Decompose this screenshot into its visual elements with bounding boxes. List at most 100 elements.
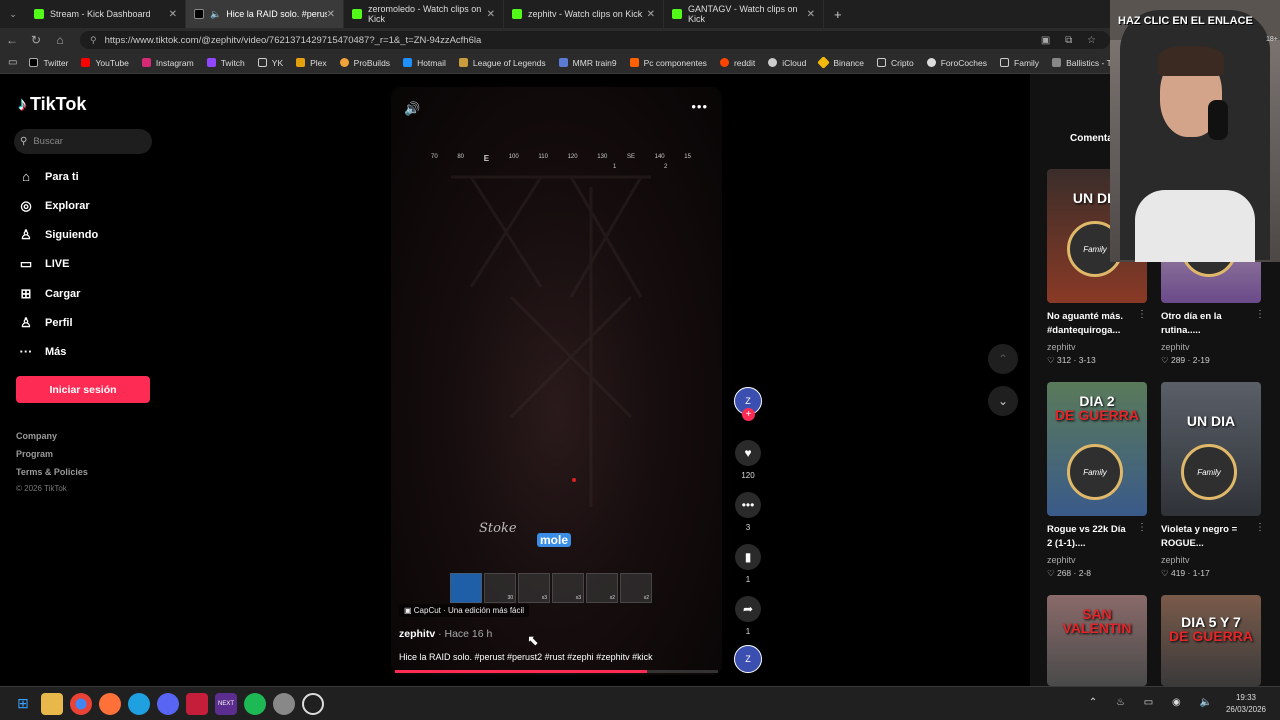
bookmark-probuilds[interactable]: ProBuilds — [339, 58, 390, 68]
nav-explorar[interactable]: ◎ Explorar — [18, 198, 89, 214]
more-options-icon[interactable]: ••• — [691, 99, 708, 114]
home-icon[interactable]: ⌂ — [48, 33, 72, 47]
bookmark-plex[interactable]: Plex — [296, 58, 327, 68]
bookmark-yk[interactable]: YK — [257, 58, 283, 68]
site-info-icon[interactable]: ⚲ — [90, 35, 97, 46]
video-player[interactable]: 🔊 ••• 70 80 E 100 110 120 130 SE 140 15 … — [391, 87, 722, 675]
bookmark-hotmail[interactable]: Hotmail — [403, 58, 446, 68]
close-tab-icon[interactable]: ✕ — [647, 9, 655, 20]
follow-plus-icon[interactable]: + — [742, 408, 755, 421]
video-author[interactable]: zephitv — [1161, 555, 1190, 565]
close-tab-icon[interactable]: ✕ — [169, 9, 177, 20]
close-tab-icon[interactable]: ✕ — [807, 9, 815, 20]
video-author[interactable]: zephitv — [1161, 342, 1190, 352]
card-more-icon[interactable]: ⋮ — [1137, 522, 1147, 533]
nav-live[interactable]: ▭ LIVE — [18, 256, 70, 272]
settings-gear-icon[interactable] — [273, 692, 295, 715]
bookmark-twitter[interactable]: Twitter — [29, 58, 68, 68]
video-thumbnail[interactable]: UN DIA Family — [1161, 382, 1261, 516]
nav-para-ti[interactable]: ⌂ Para ti — [18, 169, 79, 184]
apps-icon[interactable]: ▭ — [8, 57, 17, 68]
heart-icon[interactable]: ♥ — [735, 440, 761, 466]
tab-kick-dashboard[interactable]: Stream - Kick Dashboard ✕ — [26, 0, 186, 28]
bookmark-icon[interactable]: ▮ — [735, 544, 761, 570]
video-title[interactable]: Violeta y negro = ROGUE... — [1161, 523, 1261, 551]
bookmark-pccomponentes[interactable]: Pc componentes — [629, 58, 707, 68]
video-title[interactable]: Otro día en la rutina..... — [1161, 310, 1261, 338]
search-input[interactable]: ⚲ Buscar — [14, 129, 152, 154]
close-tab-icon[interactable]: ✕ — [327, 9, 335, 20]
footer-company-link[interactable]: Company — [16, 431, 57, 441]
video-title[interactable]: No aguanté más. #dantequiroga... — [1047, 310, 1147, 338]
tab-comments[interactable]: Comenta — [1070, 133, 1113, 144]
capcut-link[interactable]: ▣ CapCut · Una edición más fácil — [399, 604, 530, 617]
bookmark-family[interactable]: Family — [1000, 58, 1039, 68]
tab-gantagv[interactable]: GANTAGV - Watch clips on Kick ✕ — [664, 0, 824, 28]
back-icon[interactable]: ← — [0, 33, 24, 47]
bookmark-instagram[interactable]: Instagram — [141, 58, 194, 68]
creator-avatar[interactable]: Z + — [733, 387, 763, 421]
tab-zeromoledo[interactable]: zeromoledo - Watch clips on Kick ✕ — [344, 0, 504, 28]
footer-program-link[interactable]: Program — [16, 449, 53, 459]
previous-video-chevron-up-icon[interactable]: ⌃ — [988, 344, 1018, 374]
music-disc-icon[interactable]: Z — [734, 645, 762, 673]
bookmark-icloud[interactable]: iCloud — [768, 58, 806, 68]
comment-button[interactable]: ••• 3 — [733, 492, 763, 532]
comment-icon[interactable]: ••• — [735, 492, 761, 518]
tab-list-dropdown-icon[interactable]: ⌄ — [0, 9, 26, 20]
share-button[interactable]: ➦ 1 — [733, 596, 763, 636]
video-thumbnail[interactable]: DIA 2 DE GUERRA Family — [1047, 382, 1147, 516]
video-author[interactable]: zephitv — [1047, 555, 1076, 565]
new-tab-button[interactable]: + — [824, 7, 842, 22]
obs-icon[interactable] — [302, 692, 324, 715]
login-button[interactable]: Iniciar sesión — [16, 376, 150, 403]
card-more-icon[interactable]: ⋮ — [1137, 309, 1147, 320]
windows-start-icon[interactable]: ⊞ — [12, 693, 34, 715]
save-button[interactable]: ▮ 1 — [733, 544, 763, 584]
nav-perfil[interactable]: ♙ Perfil — [18, 315, 72, 331]
tiktok-logo[interactable]: ♪ TikTok — [18, 94, 86, 115]
system-tray-icons[interactable]: ⌃ ♨ ▭ ◉ 🔈 — [1089, 697, 1220, 708]
discord-icon[interactable] — [157, 692, 179, 715]
taskbar-clock[interactable]: 19:33 26/03/2026 — [1226, 692, 1266, 716]
bookmark-mmr[interactable]: MMR train9 — [558, 58, 617, 68]
video-thumbnail[interactable]: SAN VALENTIN — [1047, 595, 1147, 686]
bookmark-youtube[interactable]: YouTube — [81, 58, 129, 68]
video-author[interactable]: zephitv — [1047, 342, 1076, 352]
speaker-icon[interactable]: 🔈 — [210, 9, 221, 20]
video-description[interactable]: Hice la RAID solo. #perust #perust2 #rus… — [399, 652, 653, 662]
bookmark-forocoches[interactable]: ForoCoches — [926, 58, 987, 68]
bookmark-twitch[interactable]: Twitch — [206, 58, 245, 68]
firefox-icon[interactable] — [99, 692, 121, 715]
reload-icon[interactable]: ↻ — [24, 33, 48, 47]
sound-disc[interactable]: Z — [733, 645, 763, 673]
page-actions-icons[interactable]: ▣ ⧉ ☆ — [1041, 35, 1102, 46]
video-progress-bar[interactable] — [395, 670, 718, 673]
avatar[interactable]: Z + — [734, 387, 762, 421]
bookmark-ballistics[interactable]: Ballistics - T — [1052, 58, 1112, 68]
video-title[interactable]: Rogue vs 22k Día 2 (1-1).... — [1047, 523, 1147, 551]
bookmark-league[interactable]: League of Legends — [458, 58, 546, 68]
volume-icon[interactable]: 🔊 — [404, 101, 420, 117]
next-app-icon[interactable]: NEXT — [215, 692, 237, 715]
url-field[interactable]: ⚲ https://www.tiktok.com/@zephitv/video/… — [80, 31, 1110, 49]
card-more-icon[interactable]: ⋮ — [1255, 309, 1265, 320]
bookmark-binance[interactable]: Binance — [817, 56, 864, 69]
nav-mas[interactable]: ··· Más — [18, 344, 67, 359]
next-video-chevron-down-icon[interactable]: ⌄ — [988, 386, 1018, 416]
chrome-icon[interactable] — [70, 692, 92, 715]
footer-terms-link[interactable]: Terms & Policies — [16, 467, 88, 477]
tab-tiktok-video[interactable]: 🔈 Hice la RAID solo. #perust #p ✕ — [186, 0, 344, 28]
spotify-icon[interactable] — [244, 692, 266, 715]
nav-siguiendo[interactable]: ♙ Siguiendo — [18, 227, 98, 243]
file-explorer-icon[interactable] — [41, 692, 63, 715]
bookmark-reddit[interactable]: reddit — [719, 58, 755, 68]
like-button[interactable]: ♥ 120 — [733, 440, 763, 480]
tab-zephitv[interactable]: zephitv - Watch clips on Kick ✕ — [504, 0, 664, 28]
bookmark-cripto[interactable]: Cripto — [877, 58, 914, 68]
video-thumbnail[interactable]: DIA 5 Y 7 DE GUERRA — [1161, 595, 1261, 686]
nav-cargar[interactable]: ⊞ Cargar — [18, 286, 81, 302]
close-tab-icon[interactable]: ✕ — [487, 9, 495, 20]
edge-icon[interactable] — [128, 692, 150, 715]
card-more-icon[interactable]: ⋮ — [1255, 522, 1265, 533]
